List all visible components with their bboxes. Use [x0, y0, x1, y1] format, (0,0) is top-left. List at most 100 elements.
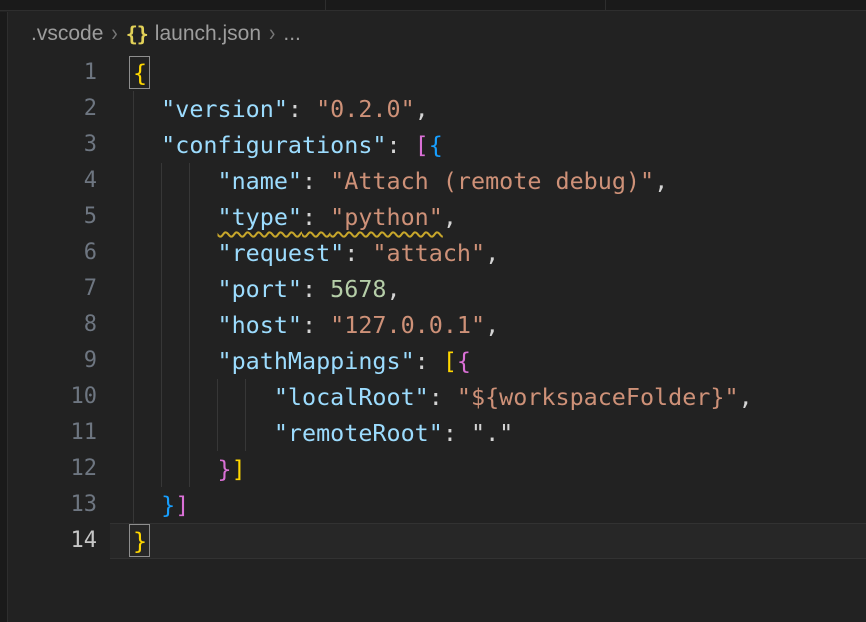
token: : — [415, 347, 443, 375]
code-line[interactable]: 3 "configurations": [{ — [0, 127, 866, 163]
token: 5678 — [330, 275, 386, 303]
tab-separator — [325, 0, 326, 11]
breadcrumb-symbol-path[interactable]: ... — [283, 22, 301, 46]
token — [133, 95, 161, 123]
token: , — [654, 167, 668, 195]
token: , — [739, 383, 753, 411]
line-number[interactable]: 3 — [0, 127, 97, 163]
code-line[interactable]: 6 "request": "attach", — [0, 235, 866, 271]
code-text: "type": "python", — [97, 199, 457, 235]
line-number[interactable]: 5 — [0, 199, 97, 235]
code-text: "remoteRoot": "." — [97, 415, 513, 451]
token: : — [302, 167, 330, 195]
token: : — [302, 275, 330, 303]
line-number[interactable]: 12 — [0, 451, 97, 487]
token — [133, 167, 218, 195]
line-number[interactable]: 7 — [0, 271, 97, 307]
current-line-highlight — [110, 523, 866, 559]
breadcrumb: .vscode › {} launch.json › ... — [9, 12, 866, 56]
token: "port" — [218, 275, 303, 303]
code-text: { — [97, 55, 147, 91]
line-number[interactable]: 6 — [0, 235, 97, 271]
token: "remoteRoot" — [274, 419, 443, 447]
token: , — [415, 95, 429, 123]
token: "0.2.0" — [316, 95, 415, 123]
token — [133, 239, 218, 267]
token: : — [387, 131, 415, 159]
tab-bar[interactable] — [0, 0, 866, 11]
code-line[interactable]: 7 "port": 5678, — [0, 271, 866, 307]
code-text: }] — [97, 487, 189, 523]
token: "${workspaceFolder}" — [457, 383, 739, 411]
chevron-right-icon: › — [269, 20, 275, 48]
token: , — [387, 275, 401, 303]
token — [133, 131, 161, 159]
line-number[interactable]: 9 — [0, 343, 97, 379]
token: { — [457, 347, 471, 375]
token: "Attach (remote debug)" — [330, 167, 654, 195]
code-line[interactable]: 14} — [0, 523, 866, 559]
code-text: } — [97, 523, 147, 559]
code-line[interactable]: 5 "type": "python", — [0, 199, 866, 235]
line-number[interactable]: 2 — [0, 91, 97, 127]
code-area[interactable]: 1{2 "version": "0.2.0",3 "configurations… — [0, 55, 866, 559]
code-line[interactable]: 10 "localRoot": "${workspaceFolder}", — [0, 379, 866, 415]
line-number[interactable]: 8 — [0, 307, 97, 343]
code-text: "configurations": [{ — [97, 127, 443, 163]
token: : — [344, 239, 372, 267]
line-number[interactable]: 4 — [0, 163, 97, 199]
token: : — [302, 311, 330, 339]
token: "version" — [161, 95, 288, 123]
breadcrumb-file[interactable]: launch.json — [155, 22, 261, 46]
token: "attach" — [372, 239, 485, 267]
vscode-editor-window: .vscode › {} launch.json › ... 1{2 "vers… — [0, 0, 866, 622]
line-number[interactable]: 1 — [0, 55, 97, 91]
token: [ — [443, 347, 457, 375]
token: , — [485, 311, 499, 339]
code-line[interactable]: 11 "remoteRoot": "." — [0, 415, 866, 451]
token: "request" — [218, 239, 345, 267]
code-line[interactable]: 1{ — [0, 55, 866, 91]
token: ] — [232, 455, 246, 483]
token: "name" — [218, 167, 303, 195]
breadcrumb-folder[interactable]: .vscode — [31, 22, 103, 46]
line-number[interactable]: 10 — [0, 379, 97, 415]
matched-bracket: } — [133, 527, 147, 555]
code-line[interactable]: 4 "name": "Attach (remote debug)", — [0, 163, 866, 199]
token — [133, 455, 218, 483]
line-number[interactable]: 11 — [0, 415, 97, 451]
code-line[interactable]: 9 "pathMappings": [{ — [0, 343, 866, 379]
token: : — [302, 203, 330, 231]
warning-squiggle: "type": "python" — [218, 203, 443, 231]
token: "127.0.0.1" — [330, 311, 485, 339]
token — [133, 311, 218, 339]
code-text: "pathMappings": [{ — [97, 343, 471, 379]
token — [133, 419, 274, 447]
token: "." — [471, 419, 513, 447]
token: [ — [415, 131, 429, 159]
line-number[interactable]: 14 — [0, 523, 97, 559]
code-line[interactable]: 12 }] — [0, 451, 866, 487]
code-text: "localRoot": "${workspaceFolder}", — [97, 379, 753, 415]
token: { — [429, 131, 443, 159]
token — [133, 347, 218, 375]
code-line[interactable]: 8 "host": "127.0.0.1", — [0, 307, 866, 343]
code-line[interactable]: 13 }] — [0, 487, 866, 523]
code-text: }] — [97, 451, 246, 487]
token: "configurations" — [161, 131, 386, 159]
chevron-right-icon: › — [111, 20, 117, 48]
line-number[interactable]: 13 — [0, 487, 97, 523]
token — [133, 203, 218, 231]
token — [133, 383, 274, 411]
json-braces-icon: {} — [126, 22, 148, 46]
token: "pathMappings" — [218, 347, 415, 375]
token: "host" — [218, 311, 303, 339]
token: } — [218, 455, 232, 483]
token: } — [161, 491, 175, 519]
code-line[interactable]: 2 "version": "0.2.0", — [0, 91, 866, 127]
token: , — [443, 203, 457, 231]
token: "localRoot" — [274, 383, 429, 411]
code-text: "port": 5678, — [97, 271, 401, 307]
code-text: "host": "127.0.0.1", — [97, 307, 499, 343]
token — [133, 275, 218, 303]
